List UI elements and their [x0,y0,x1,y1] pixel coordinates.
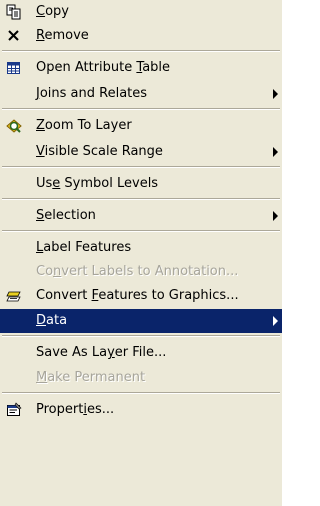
layer-context-menu: Copy Remove Open Attribute Table Joins a… [0,0,282,506]
convert-graphics-icon [6,288,22,304]
attribute-table-icon [6,60,22,76]
menu-separator [2,392,280,394]
menu-item-remove[interactable]: Remove [0,24,282,48]
menu-separator [2,50,280,52]
menu-item-label: Visible Scale Range [36,144,163,159]
menu-item-label: Convert Features to Graphics... [36,288,239,303]
properties-icon [6,402,22,418]
menu-separator [2,198,280,200]
menu-item-properties[interactable]: Properties... [0,398,282,422]
menu-item-label: Save As Layer File... [36,345,167,360]
menu-item-convert-features-to-graphics[interactable]: Convert Features to Graphics... [0,284,282,308]
menu-item-label: Properties... [36,402,115,417]
menu-item-label: Selection [36,208,96,223]
submenu-arrow-icon [273,316,278,326]
menu-item-label-features[interactable]: Label Features [0,236,282,260]
submenu-arrow-icon [273,89,278,99]
menu-item-label: Remove [36,28,89,43]
menu-item-label: Convert Labels to Annotation... [36,264,239,279]
menu-item-label: Zoom To Layer [36,118,132,133]
menu-separator [2,108,280,110]
menu-item-label: Use Symbol Levels [36,176,159,191]
menu-item-open-attribute-table[interactable]: Open Attribute Table [0,56,282,80]
menu-item-copy[interactable]: Copy [0,0,282,24]
menu-item-joins-and-relates[interactable]: Joins and Relates [0,82,282,106]
menu-item-label: Label Features [36,240,132,255]
menu-separator [2,166,280,168]
menu-item-label: Copy [36,4,69,19]
menu-item-label: Make Permanent [36,370,146,385]
menu-item-zoom-to-layer[interactable]: Zoom To Layer [0,114,282,138]
menu-item-label: Open Attribute Table [36,60,171,75]
menu-item-convert-labels-to-annotation: Convert Labels to Annotation... [0,260,282,284]
menu-item-visible-scale-range[interactable]: Visible Scale Range [0,140,282,164]
menu-item-label: Data [36,313,68,328]
submenu-arrow-icon [273,147,278,157]
menu-item-make-permanent: Make Permanent [0,366,282,390]
remove-icon [6,28,22,44]
menu-item-data[interactable]: Data [0,309,282,333]
menu-separator [2,335,280,337]
menu-item-save-as-layer-file[interactable]: Save As Layer File... [0,341,282,365]
menu-item-selection[interactable]: Selection [0,204,282,228]
menu-item-use-symbol-levels[interactable]: Use Symbol Levels [0,172,282,196]
zoom-to-layer-icon [6,118,22,134]
menu-item-label: Joins and Relates [36,86,148,101]
menu-separator [2,230,280,232]
submenu-arrow-icon [273,211,278,221]
copy-icon [6,4,22,20]
